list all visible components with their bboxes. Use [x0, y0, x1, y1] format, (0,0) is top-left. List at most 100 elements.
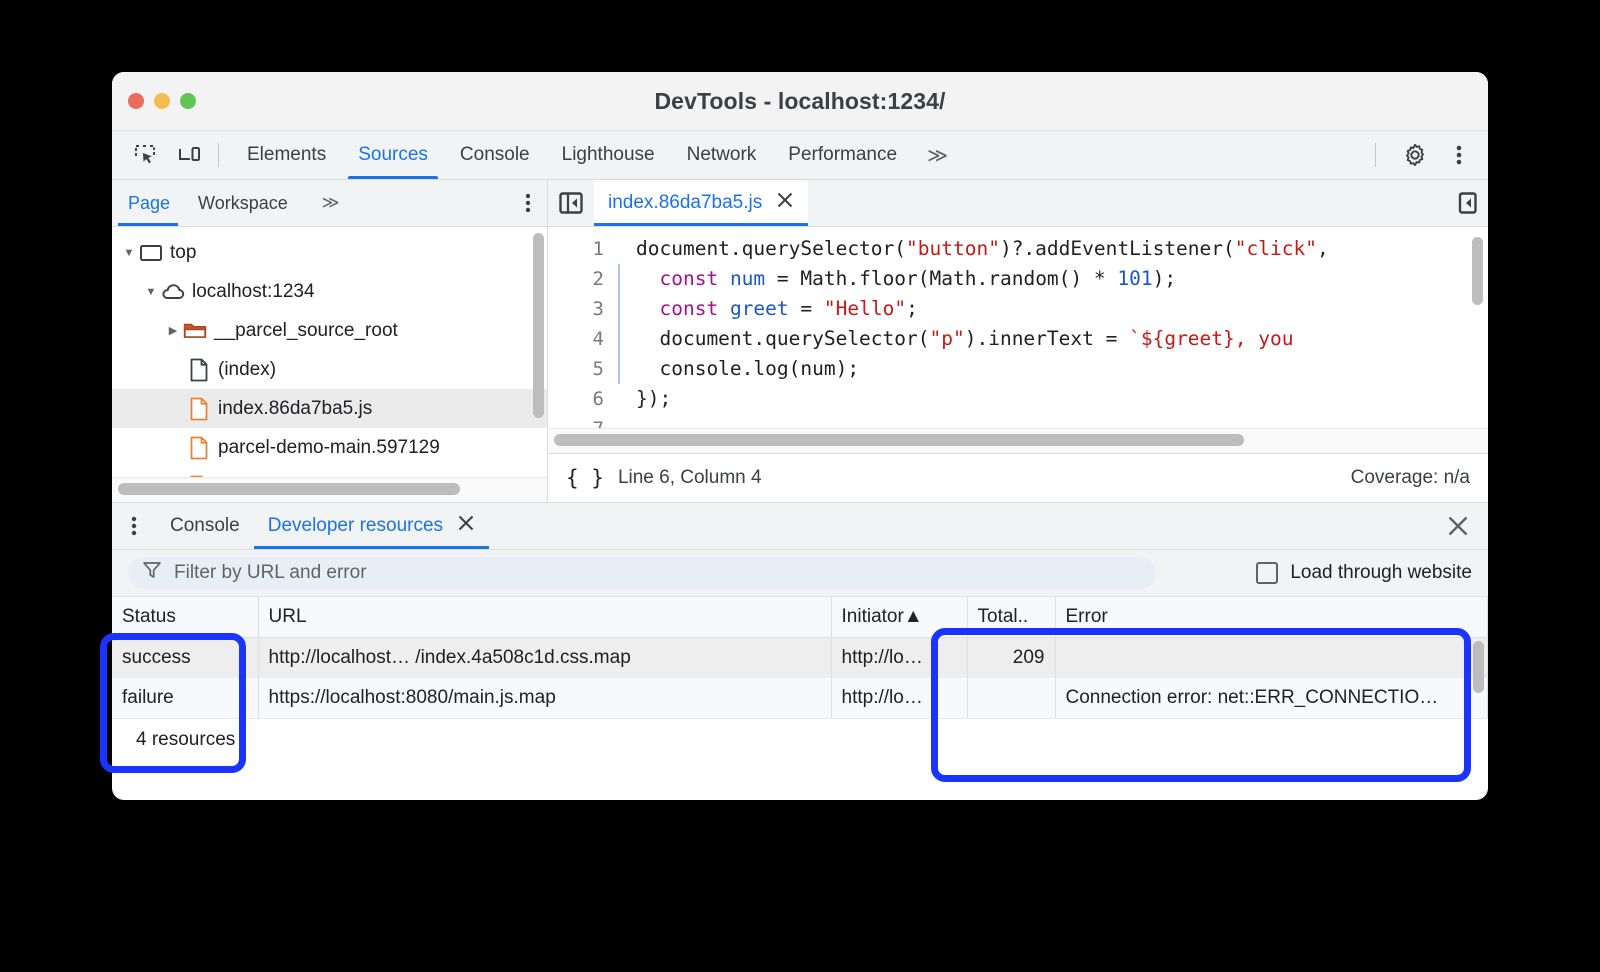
cloud-icon — [160, 283, 186, 301]
tree-item-label: index.86da7ba5.js — [218, 398, 372, 420]
drawer-tab-developer-resources[interactable]: Developer resources — [254, 503, 489, 549]
code-text: const greet = "Hello"; — [632, 294, 918, 324]
code-text: document.querySelector("button")?.addEve… — [632, 234, 1329, 264]
fold-guide — [618, 234, 632, 264]
code-text: const num = Math.floor(Math.random() * 1… — [632, 264, 1176, 294]
fold-guide — [618, 264, 632, 294]
editor-tab-label: index.86da7ba5.js — [608, 192, 762, 214]
nav-more-chevron-icon[interactable]: ≫ — [302, 180, 357, 226]
load-through-website-toggle[interactable]: Load through website — [1256, 562, 1488, 584]
kebab-menu-icon[interactable] — [1442, 138, 1476, 172]
code-line: 2 const num = Math.floor(Math.random() *… — [548, 264, 1488, 294]
tree-item-index-86da7ba5-js[interactable]: index.86da7ba5.js — [112, 389, 547, 428]
file-tree-horizontal-scrollbar[interactable] — [118, 483, 460, 495]
file-tree-vertical-scrollbar[interactable] — [533, 233, 544, 418]
cell-total — [967, 678, 1055, 718]
cell-status: success — [112, 638, 258, 679]
table-header-row: Status URL Initiator▲ Total.. Error — [112, 597, 1488, 638]
expand-arrow-icon[interactable]: ▼ — [120, 247, 138, 259]
code-line: 4 document.querySelector("p").innerText … — [548, 324, 1488, 354]
line-number: 5 — [548, 354, 620, 384]
cell-total: 209 — [967, 638, 1055, 679]
editor-horizontal-scrollbar[interactable] — [554, 434, 1244, 446]
cursor-position: Line 6, Column 4 — [618, 467, 762, 489]
inspect-element-icon[interactable] — [128, 138, 162, 172]
tree-item-label: (index) — [218, 359, 276, 381]
nav-tab-workspace[interactable]: Workspace — [184, 180, 302, 226]
nav-tab-page[interactable]: Page — [112, 180, 184, 226]
code-line: 1 document.querySelector("button")?.addE… — [548, 234, 1488, 264]
editor-horizontal-scrollbar-track — [548, 428, 1488, 453]
devtools-window: DevTools - localhost:1234/ Elements Sour… — [112, 72, 1488, 800]
code-text: console.log(num); — [632, 354, 859, 384]
fold-guide — [618, 384, 632, 414]
toolbar-divider — [218, 143, 219, 167]
close-icon[interactable] — [776, 191, 794, 215]
tree-item-label: top — [170, 242, 196, 264]
window-title: DevTools - localhost:1234/ — [112, 72, 1488, 130]
coverage-status: Coverage: n/a — [1351, 467, 1470, 489]
document-icon — [186, 358, 212, 382]
code-line: 6 }); — [548, 384, 1488, 414]
code-text: document.querySelector("p").innerText = … — [632, 324, 1293, 354]
load-through-website-label: Load through website — [1290, 562, 1472, 584]
editor-status-bar: { } Line 6, Column 4 Coverage: n/a — [548, 453, 1488, 502]
drawer-close-button[interactable] — [1446, 514, 1488, 538]
table-row[interactable]: failure https://localhost:8080/main.js.m… — [112, 678, 1488, 718]
tab-elements[interactable]: Elements — [231, 131, 342, 179]
column-header-error[interactable]: Error — [1055, 597, 1488, 638]
line-number: 4 — [548, 324, 620, 354]
collapse-arrow-icon[interactable]: ▶ — [164, 324, 182, 337]
panel-collapse-left-icon[interactable] — [548, 190, 594, 216]
tab-network[interactable]: Network — [671, 131, 773, 179]
editor-vertical-scrollbar[interactable] — [1472, 237, 1483, 305]
tab-console[interactable]: Console — [444, 131, 546, 179]
tree-item-parcel-source-root[interactable]: ▶ __parcel_source_root — [112, 311, 547, 350]
device-toolbar-icon[interactable] — [172, 138, 206, 172]
search-input[interactable]: Filter by URL and error — [128, 557, 1156, 589]
toolbar-divider-right — [1375, 143, 1376, 167]
tree-item-test-js[interactable]: test.js — [112, 467, 547, 477]
fold-guide — [618, 324, 632, 354]
tab-performance[interactable]: Performance — [772, 131, 913, 179]
drawer-kebab-menu-icon[interactable] — [112, 515, 156, 537]
panel-collapse-right-icon[interactable] — [1442, 190, 1488, 216]
tree-item-label: __parcel_source_root — [214, 320, 398, 342]
drawer-tab-label: Developer resources — [268, 515, 443, 537]
fold-guide — [618, 294, 632, 324]
table-row[interactable]: success http://localhost… /index.4a508c1… — [112, 638, 1488, 679]
navigator-tabs: Page Workspace ≫ — [112, 180, 547, 227]
editor-tab-index-js[interactable]: index.86da7ba5.js — [594, 180, 808, 226]
pretty-print-braces-icon[interactable]: { } — [566, 466, 604, 490]
line-number: 7 — [548, 414, 620, 428]
load-through-website-checkbox[interactable] — [1256, 562, 1278, 584]
drawer-tab-console[interactable]: Console — [156, 503, 254, 549]
more-tabs-chevron-icon[interactable]: ≫ — [913, 143, 959, 168]
code-line: 3 const greet = "Hello"; — [548, 294, 1488, 324]
column-header-total[interactable]: Total.. — [967, 597, 1055, 638]
tree-item-top[interactable]: ▼ top — [112, 233, 547, 272]
navigator-kebab-menu-icon[interactable] — [525, 192, 547, 214]
code-editor[interactable]: 1 document.querySelector("button")?.addE… — [548, 227, 1488, 428]
expand-arrow-icon[interactable]: ▼ — [142, 286, 160, 298]
tree-item-index[interactable]: (index) — [112, 350, 547, 389]
table-vertical-scrollbar[interactable] — [1473, 641, 1484, 693]
column-header-url[interactable]: URL — [258, 597, 831, 638]
tree-item-localhost[interactable]: ▼ localhost:1234 — [112, 272, 547, 311]
column-header-status[interactable]: Status — [112, 597, 258, 638]
tab-lighthouse[interactable]: Lighthouse — [546, 131, 671, 179]
line-number: 1 — [548, 234, 620, 264]
drawer-panel: Console Developer resources Filter by UR… — [112, 503, 1488, 761]
close-icon[interactable] — [457, 514, 475, 538]
gear-icon[interactable] — [1398, 138, 1432, 172]
column-header-initiator[interactable]: Initiator▲ — [831, 597, 967, 638]
js-file-icon — [186, 397, 212, 421]
tab-sources[interactable]: Sources — [342, 131, 444, 179]
tree-item-label: parcel-demo-main.597129 — [218, 437, 440, 459]
editor-tab-bar: index.86da7ba5.js — [548, 180, 1488, 227]
tree-item-parcel-demo-main[interactable]: parcel-demo-main.597129 — [112, 428, 547, 467]
code-text: }); — [632, 384, 671, 414]
panel-tabs: Elements Sources Console Lighthouse Netw… — [231, 131, 959, 179]
toolbar-right-actions — [1363, 138, 1488, 172]
cell-error: Connection error: net::ERR_CONNECTIO… — [1055, 678, 1488, 718]
